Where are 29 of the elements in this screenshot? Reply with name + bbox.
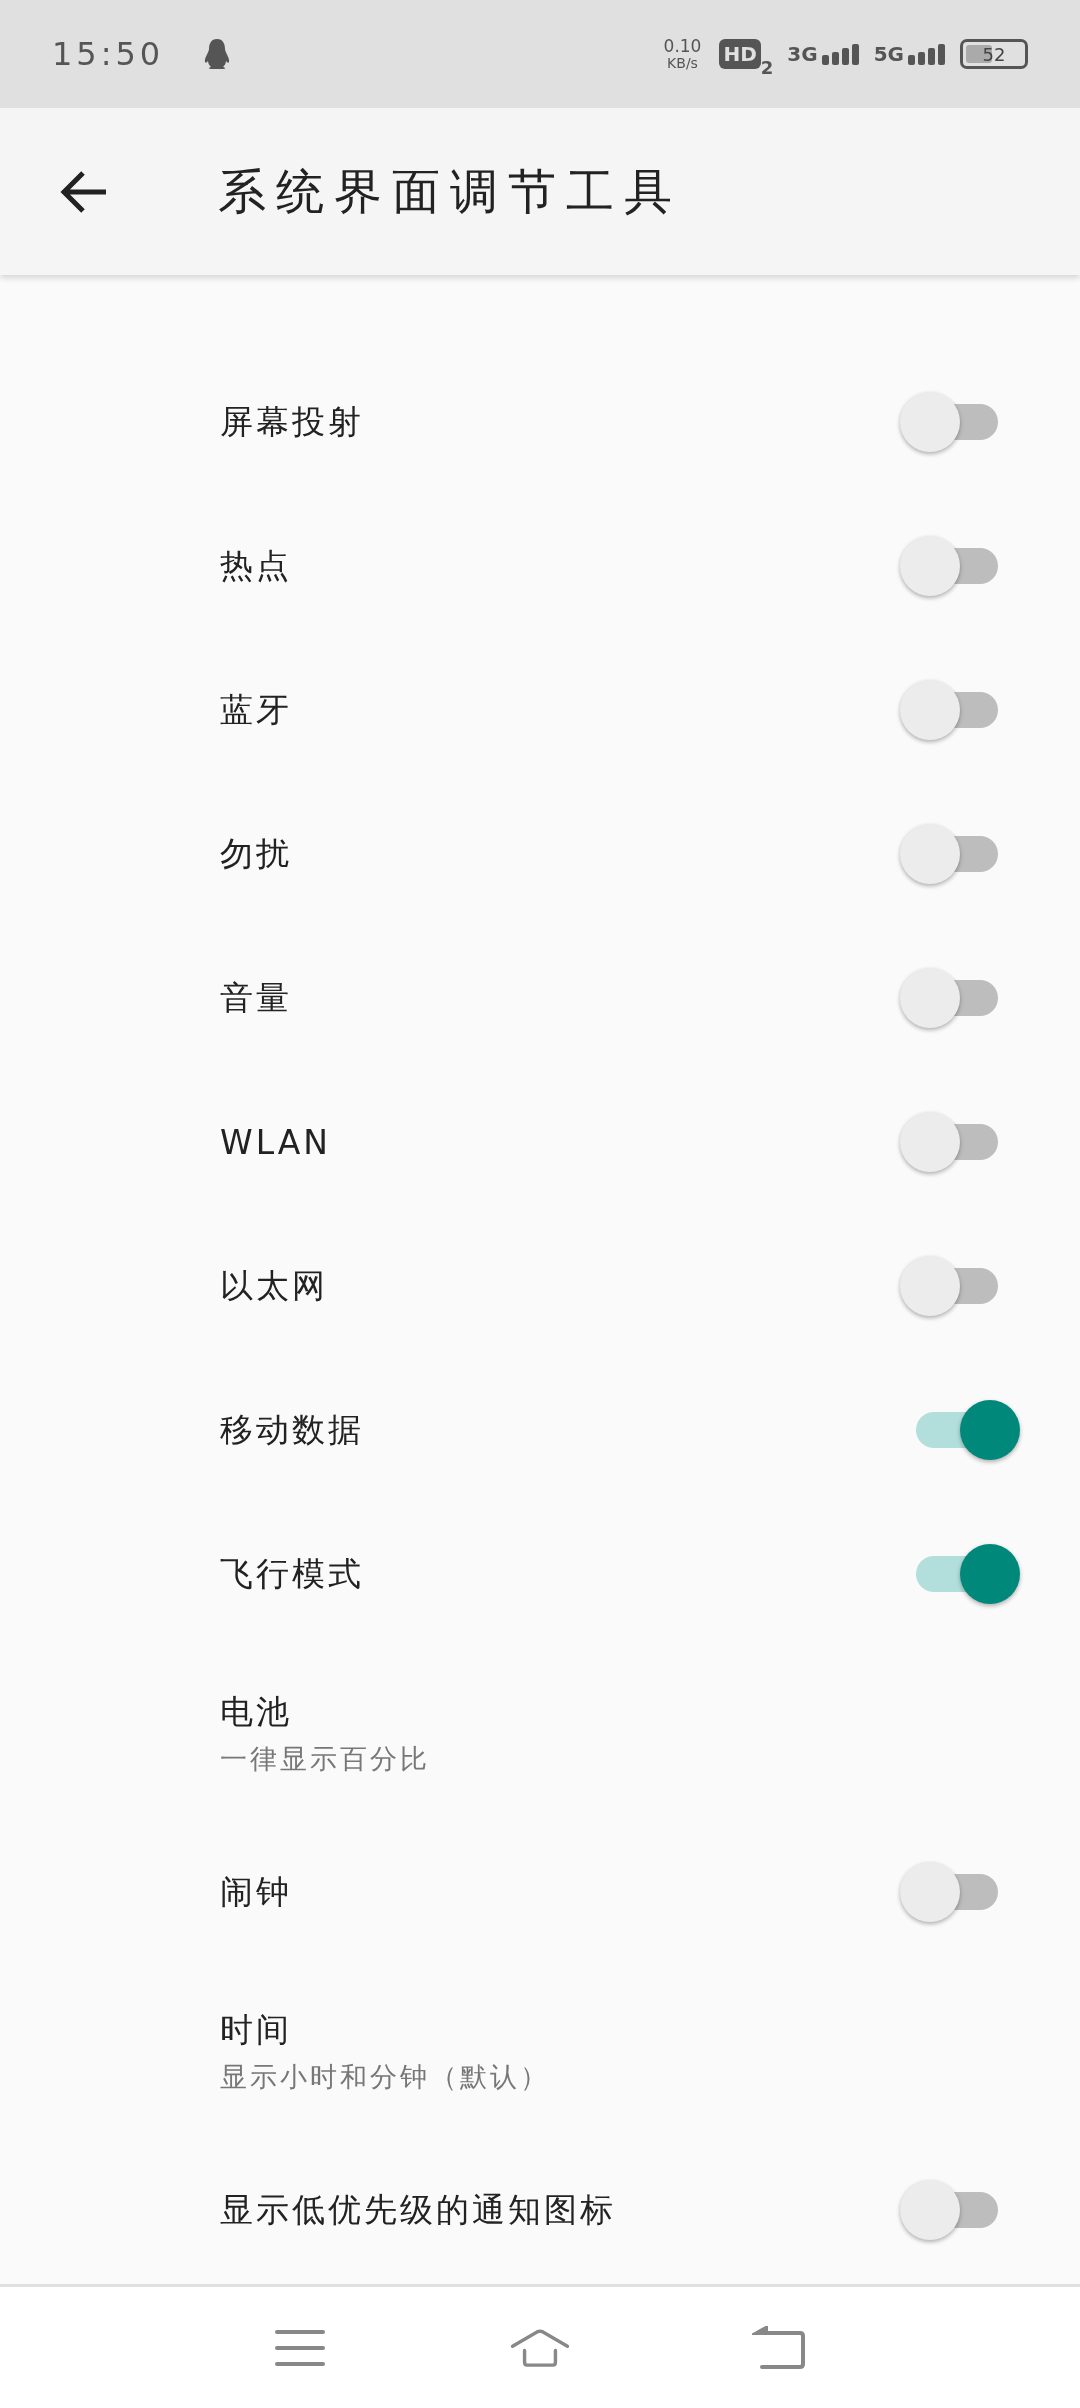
speed-value: 0.10 (663, 36, 702, 56)
setting-label: 显示低优先级的通知图标 (220, 2188, 617, 2231)
signal-icon (908, 43, 946, 65)
menu-icon (274, 2327, 326, 2368)
setting-label: WLAN (220, 1122, 333, 1162)
setting-label: 以太网 (220, 1264, 329, 1307)
return-icon (752, 2325, 808, 2370)
battery-percent: 52 (982, 43, 1006, 65)
signal-icon (821, 43, 860, 65)
setting-label: 电池 (220, 1690, 293, 1733)
network-type: 3G (787, 43, 818, 65)
speed-unit: KB/s (667, 55, 698, 72)
back-arrow-icon (59, 169, 109, 214)
setting-label: 蓝牙 (220, 688, 293, 731)
hd-badge: HD (719, 39, 761, 69)
setting-label: 移动数据 (220, 1408, 365, 1451)
setting-label: 时间 (220, 2008, 293, 2051)
setting-label: 闹钟 (220, 1870, 293, 1913)
setting-label: 飞行模式 (220, 1552, 365, 1595)
setting-label: 热点 (220, 544, 293, 587)
setting-summary: 显示小时和分钟（默认） (220, 2059, 551, 2094)
network-type: 5G (873, 43, 904, 65)
clock-time: 15:50 (52, 35, 165, 73)
setting-label: 音量 (220, 976, 293, 1019)
setting-label: 勿扰 (220, 832, 293, 875)
hd-sub: 2 (760, 58, 774, 78)
page-title: 系统界面调节工具 (218, 161, 682, 221)
setting-summary: 一律显示百分比 (220, 1741, 431, 1776)
setting-label: 屏幕投射 (220, 400, 365, 443)
